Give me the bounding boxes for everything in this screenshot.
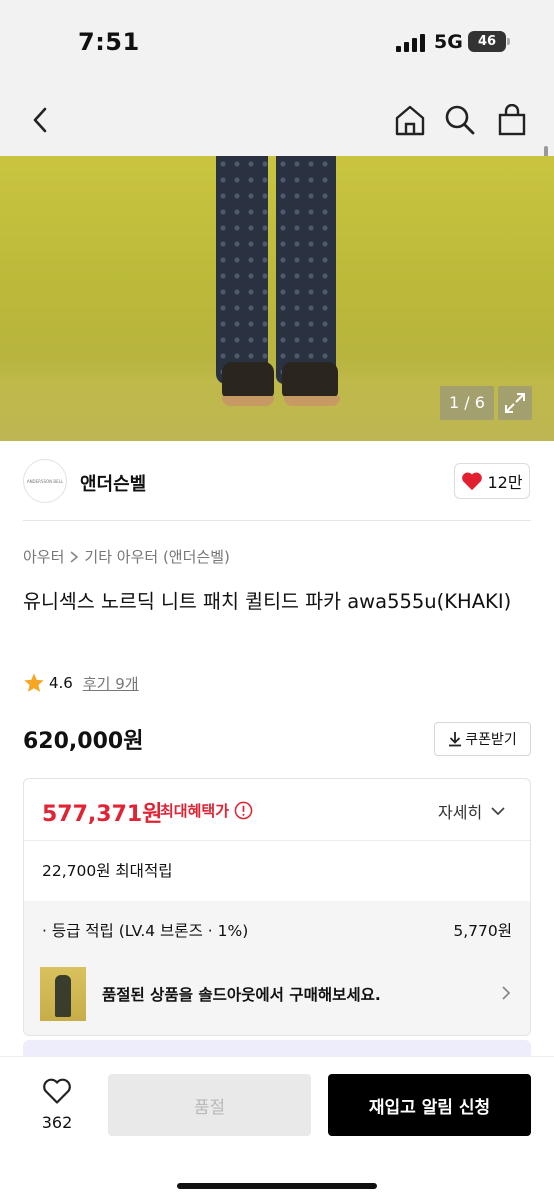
soldout-link[interactable]: 품절된 상품을 솔드아웃에서 구매해보세요. xyxy=(102,983,381,1005)
grade-points-amount: 5,770원 xyxy=(453,922,512,940)
grade-points-label: · 등급 적립 (LV.4 브론즈 · 1%) xyxy=(42,922,249,940)
soldout-button: 품절 xyxy=(108,1074,311,1136)
breadcrumb: 아우터 기타 아우터 (앤더슨벨) xyxy=(23,546,230,567)
product-photo-shoe xyxy=(222,362,274,398)
max-benefit-label: 최대혜택가 xyxy=(160,800,253,821)
network-type: 5G xyxy=(434,31,463,53)
heart-filled-icon xyxy=(462,472,483,491)
product-photo-leg xyxy=(216,156,268,384)
search-icon[interactable] xyxy=(438,84,482,156)
breadcrumb-subcategory[interactable]: 기타 아우터 (앤더슨벨) xyxy=(84,546,229,567)
info-icon[interactable] xyxy=(234,801,253,820)
chevron-right-icon[interactable] xyxy=(500,984,512,1002)
chevron-right-icon xyxy=(70,550,79,563)
image-counter: 1 / 6 xyxy=(440,386,494,420)
review-count-link[interactable]: 후기 9개 xyxy=(83,673,139,694)
brand-like-count: 12만 xyxy=(487,473,523,492)
back-icon[interactable] xyxy=(18,84,62,156)
breadcrumb-category[interactable]: 아우터 xyxy=(23,546,64,567)
brand-name[interactable]: 앤더슨벨 xyxy=(80,470,146,496)
product-photo-leg xyxy=(276,156,336,384)
original-price: 620,000원 xyxy=(23,729,144,754)
status-time: 7:51 xyxy=(78,28,140,56)
coupon-label: 쿠폰받기 xyxy=(465,732,517,748)
signal-icon xyxy=(396,34,425,52)
coupon-download-button[interactable]: 쿠폰받기 xyxy=(434,722,531,756)
brand-like-button[interactable]: 12만 xyxy=(454,463,530,499)
download-icon xyxy=(449,732,462,747)
product-title: 유니섹스 노르딕 니트 패치 퀼티드 파카 awa555u(KHAKI) xyxy=(23,590,512,613)
top-nav xyxy=(0,84,554,156)
brand-row: ANDERSSON BELL 앤더슨벨 12만 xyxy=(0,441,554,521)
max-benefit-price: 577,371원 xyxy=(42,802,163,827)
shopping-bag-icon[interactable] xyxy=(490,84,534,156)
max-benefit-row[interactable]: 577,371원 최대혜택가 자세히 xyxy=(24,779,530,841)
bottom-action-bar: 362 품절 재입고 알림 신청 xyxy=(0,1056,554,1200)
rating-row: 4.6 후기 9개 xyxy=(23,672,139,694)
battery-icon: 46 xyxy=(468,31,510,52)
divider xyxy=(23,520,531,521)
wishlist-button[interactable]: 362 xyxy=(30,1077,84,1132)
wishlist-count: 362 xyxy=(41,1113,73,1132)
expand-icon[interactable] xyxy=(498,386,532,420)
brand-logo[interactable]: ANDERSSON BELL xyxy=(23,459,67,503)
product-photo-shoe xyxy=(282,362,338,398)
rating-score: 4.6 xyxy=(49,674,73,692)
status-bar: 7:51 5G 46 xyxy=(0,0,554,84)
benefit-box: 577,371원 최대혜택가 자세히 22,700원 최대적립 · 등급 적립 … xyxy=(23,778,531,1036)
restock-notify-button[interactable]: 재입고 알림 신청 xyxy=(328,1074,531,1136)
soldout-thumbnail[interactable] xyxy=(40,967,86,1021)
home-indicator xyxy=(177,1183,377,1189)
home-icon[interactable] xyxy=(388,84,432,156)
star-icon xyxy=(24,673,44,692)
chevron-down-icon xyxy=(491,807,505,816)
heart-outline-icon xyxy=(43,1078,71,1104)
max-points: 22,700원 최대적립 xyxy=(42,862,173,880)
detail-toggle[interactable]: 자세히 xyxy=(438,799,506,823)
